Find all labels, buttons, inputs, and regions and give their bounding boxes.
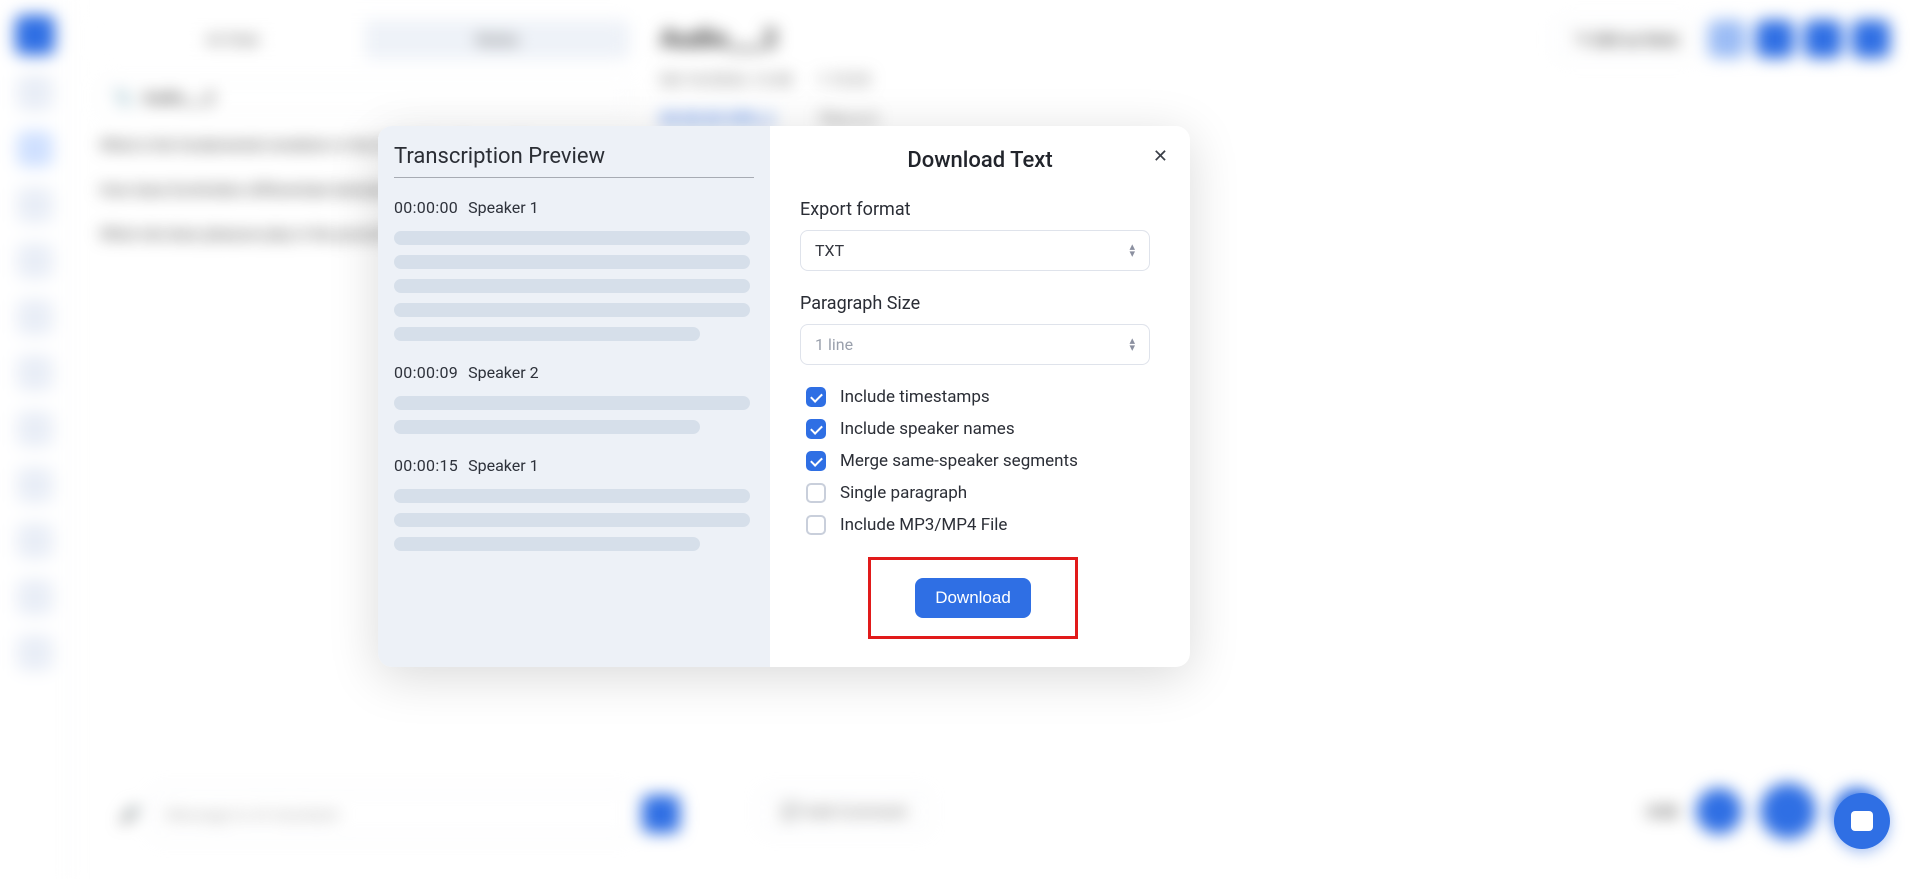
export-format-label: Export format: [800, 199, 1160, 220]
action-badge-1[interactable]: [1708, 20, 1746, 58]
checkbox-row: Single paragraph: [806, 483, 1160, 503]
segment-speaker: Speaker 1: [468, 456, 539, 475]
support-chat-bubble[interactable]: [1834, 793, 1890, 849]
segment-speaker: Speaker 1: [468, 198, 539, 217]
meta-date: 06/14/2024, 12:48: [660, 70, 792, 89]
placeholder-line: [394, 255, 750, 269]
placeholder-line: [394, 279, 750, 293]
segment-header: 00:00:00 Speaker 1: [394, 198, 754, 217]
segment-timestamp: 00:00:00: [394, 198, 458, 217]
download-highlight-box: Download: [868, 557, 1078, 639]
segment-timestamp: 00:00:15: [394, 456, 458, 475]
sidebar-item-6[interactable]: [17, 355, 53, 391]
chat-input[interactable]: Message to AI Assistant: [150, 789, 632, 839]
paragraph-size-value: 1 line: [815, 335, 853, 354]
add-comment-button[interactable]: 💬 Add Comment: [760, 791, 929, 832]
paragraph-size-select[interactable]: 1 line ▴▾: [800, 324, 1150, 365]
action-badge-2[interactable]: [1756, 20, 1794, 58]
checkbox-label: Include timestamps: [840, 387, 990, 407]
checkbox-4[interactable]: [806, 515, 826, 535]
placeholder-line: [394, 420, 700, 434]
meta-duration: 1:15:25: [817, 70, 870, 89]
select-caret-icon: ▴▾: [1129, 244, 1135, 257]
sidebar-item-5[interactable]: [17, 299, 53, 335]
preview-segment: 00:00:00 Speaker 1: [394, 198, 754, 341]
preview-segment: 00:00:15 Speaker 1: [394, 456, 754, 551]
modal-title: Download Text: [800, 148, 1160, 173]
send-button[interactable]: [642, 795, 680, 833]
checkbox-row: Include speaker names: [806, 419, 1160, 439]
play-button[interactable]: [1760, 783, 1816, 839]
chat-doc-name: Audio___2: [143, 88, 215, 107]
download-options-panel: ✕ Download Text Export format TXT ▴▾ Par…: [770, 126, 1190, 667]
chat-doc-chip[interactable]: 📎 Audio___2: [100, 79, 630, 116]
tab-notes[interactable]: Notes: [365, 20, 630, 59]
rewind-button[interactable]: [1696, 788, 1742, 834]
tab-ai-chat[interactable]: AI Chat: [100, 20, 365, 59]
action-badge-4[interactable]: [1852, 20, 1890, 58]
export-format-value: TXT: [815, 241, 844, 260]
checkbox-row: Include timestamps: [806, 387, 1160, 407]
sidebar-item-11[interactable]: [17, 635, 53, 671]
sidebar-item-1[interactable]: [17, 75, 53, 111]
placeholder-line: [394, 303, 750, 317]
segment-header: 00:00:09 Speaker 2: [394, 363, 754, 382]
preview-title: Transcription Preview: [394, 144, 754, 178]
placeholder-line: [394, 537, 700, 551]
transcription-preview-panel: Transcription Preview 00:00:00Speaker 10…: [378, 126, 770, 667]
segment-speaker: Speaker 2: [468, 363, 539, 382]
export-format-select[interactable]: TXT ▴▾: [800, 230, 1150, 271]
checkbox-label: Merge same-speaker segments: [840, 451, 1078, 471]
checkbox-row: Merge same-speaker segments: [806, 451, 1160, 471]
checkbox-3[interactable]: [806, 483, 826, 503]
select-caret-icon: ▴▾: [1129, 338, 1135, 351]
segment-header: 00:00:15 Speaker 1: [394, 456, 754, 475]
app-logo: [15, 15, 55, 55]
placeholder-line: [394, 489, 750, 503]
checkbox-2[interactable]: [806, 451, 826, 471]
sidebar-item-10[interactable]: [17, 579, 53, 615]
preview-segment: 00:00:09 Speaker 2: [394, 363, 754, 434]
placeholder-line: [394, 396, 750, 410]
checkbox-0[interactable]: [806, 387, 826, 407]
segment-timestamp: 00:00:09: [394, 363, 458, 382]
download-button[interactable]: Download: [915, 578, 1031, 618]
paragraph-size-label: Paragraph Size: [800, 293, 1160, 314]
checkbox-label: Include speaker names: [840, 419, 1015, 439]
play-time: 0:00: [1647, 802, 1678, 821]
placeholder-line: [394, 327, 700, 341]
sidebar-item-3[interactable]: [17, 187, 53, 223]
checkbox-label: Include MP3/MP4 File: [840, 515, 1007, 535]
placeholder-line: [394, 231, 750, 245]
action-badge-3[interactable]: [1804, 20, 1842, 58]
sidebar-item-9[interactable]: [17, 523, 53, 559]
download-text-modal: Transcription Preview 00:00:00Speaker 10…: [378, 126, 1190, 667]
document-title: Audio___2: [660, 24, 778, 54]
checkbox-row: Include MP3/MP4 File: [806, 515, 1160, 535]
sidebar-item-7[interactable]: [17, 411, 53, 447]
sidebar-item-2[interactable]: [17, 131, 53, 167]
sidebar-item-4[interactable]: [17, 243, 53, 279]
placeholder-line: [394, 513, 750, 527]
close-icon[interactable]: ✕: [1153, 148, 1168, 166]
checkbox-1[interactable]: [806, 419, 826, 439]
sidebar-item-8[interactable]: [17, 467, 53, 503]
checkbox-label: Single paragraph: [840, 483, 967, 503]
edit-as-note-button[interactable]: ✎ Edit as Note: [1556, 21, 1698, 58]
sidebar: [0, 0, 70, 879]
